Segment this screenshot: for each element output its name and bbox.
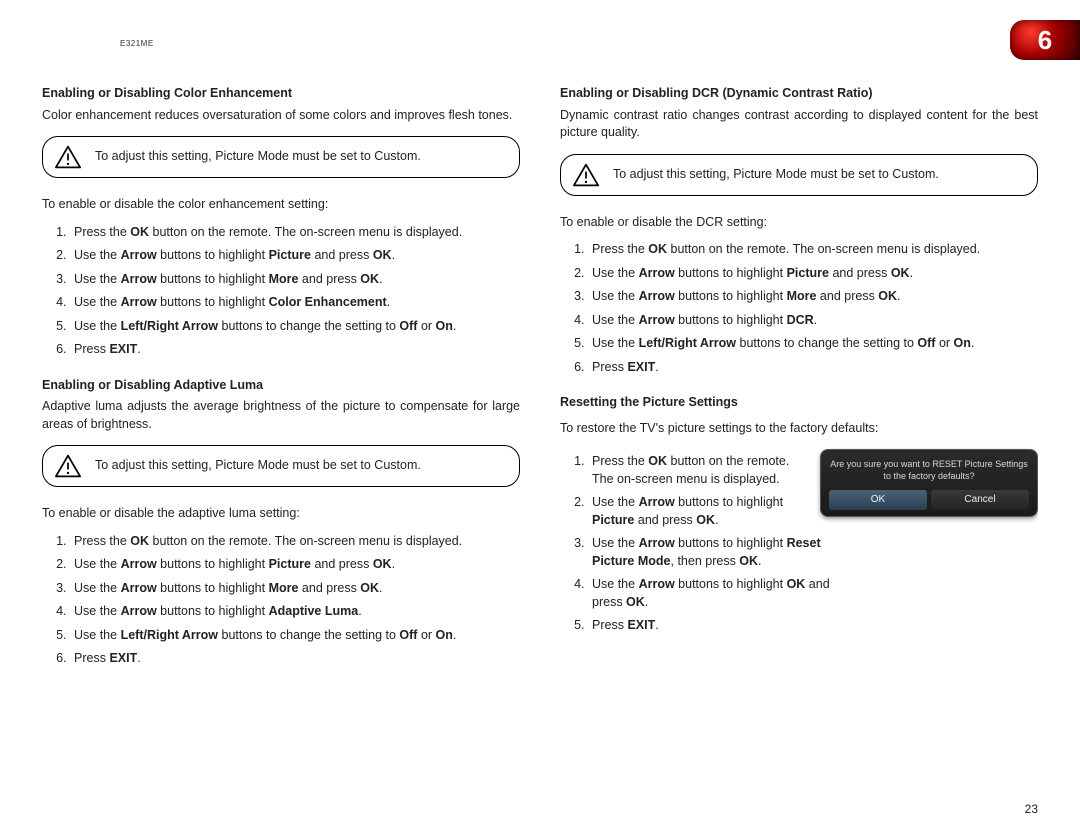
step: Use the Arrow buttons to highlight More … [588,288,1038,306]
page-number: 23 [1025,801,1038,818]
steps-list: Press the OK button on the remote. The o… [42,533,520,668]
step: Press EXIT. [588,617,852,635]
heading-adaptive-luma: Enabling or Disabling Adaptive Luma [42,377,520,395]
step: Use the Left/Right Arrow buttons to chan… [70,318,520,336]
step: Press the OK button on the remote. The o… [70,224,520,242]
columns: Enabling or Disabling Color Enhancement … [42,85,1038,686]
step: Use the Arrow buttons to highlight Pictu… [70,247,520,265]
note-text: To adjust this setting, Picture Mode mus… [95,457,421,475]
intro-text: To restore the TV's picture settings to … [560,420,1038,438]
step: Use the Arrow buttons to highlight DCR. [588,312,1038,330]
lead-text: To enable or disable the DCR setting: [560,214,1038,232]
step: Use the Arrow buttons to highlight Adapt… [70,603,520,621]
dialog-message: Are you sure you want to RESET Picture S… [829,458,1029,482]
chapter-badge: 6 [1010,20,1080,60]
intro-text: Adaptive luma adjusts the average bright… [42,398,520,433]
intro-text: Dynamic contrast ratio changes contrast … [560,107,1038,142]
step: Press EXIT. [70,650,520,668]
steps-list: Press the OK button on the remote. The o… [560,241,1038,376]
note-box: To adjust this setting, Picture Mode mus… [560,154,1038,196]
dialog-ok-button[interactable]: OK [829,490,927,510]
note-text: To adjust this setting, Picture Mode mus… [613,166,939,184]
step: Press EXIT. [588,359,1038,377]
step: Use the Arrow buttons to highlight Pictu… [588,494,852,529]
dialog-buttons: OK Cancel [829,490,1029,510]
step: Use the Arrow buttons to highlight More … [70,580,520,598]
warning-icon [55,145,81,169]
warning-icon [55,454,81,478]
steps-list: Press the OK button on the remote. The o… [42,224,520,359]
heading-reset-picture: Resetting the Picture Settings [560,394,1038,412]
step: Use the Left/Right Arrow buttons to chan… [588,335,1038,353]
heading-dcr: Enabling or Disabling DCR (Dynamic Contr… [560,85,1038,103]
step: Use the Arrow buttons to highlight Pictu… [588,265,1038,283]
step: Press the OK button on the remote. The o… [70,533,520,551]
note-box: To adjust this setting, Picture Mode mus… [42,445,520,487]
right-column: Enabling or Disabling DCR (Dynamic Contr… [560,85,1038,686]
note-box: To adjust this setting, Picture Mode mus… [42,136,520,178]
lead-text: To enable or disable the color enhanceme… [42,196,520,214]
step: Press the OK button on the remote. The o… [588,241,1038,259]
warning-icon [573,163,599,187]
left-column: Enabling or Disabling Color Enhancement … [42,85,520,686]
reset-dialog: Are you sure you want to RESET Picture S… [820,449,1038,517]
step: Use the Arrow buttons to highlight Reset… [588,535,852,570]
step: Use the Arrow buttons to highlight OK an… [588,576,852,611]
model-number: E321ME [120,38,154,49]
note-text: To adjust this setting, Picture Mode mus… [95,148,421,166]
lead-text: To enable or disable the adaptive luma s… [42,505,520,523]
step: Press EXIT. [70,341,520,359]
step: Use the Arrow buttons to highlight Pictu… [70,556,520,574]
dialog-cancel-button[interactable]: Cancel [931,490,1029,510]
step: Use the Arrow buttons to highlight More … [70,271,520,289]
step: Use the Arrow buttons to highlight Color… [70,294,520,312]
heading-color-enhancement: Enabling or Disabling Color Enhancement [42,85,520,103]
step: Press the OK button on the remote. The o… [588,453,852,488]
page: E321ME 6 Enabling or Disabling Color Enh… [0,0,1080,834]
step: Use the Left/Right Arrow buttons to chan… [70,627,520,645]
intro-text: Color enhancement reduces oversaturation… [42,107,520,125]
